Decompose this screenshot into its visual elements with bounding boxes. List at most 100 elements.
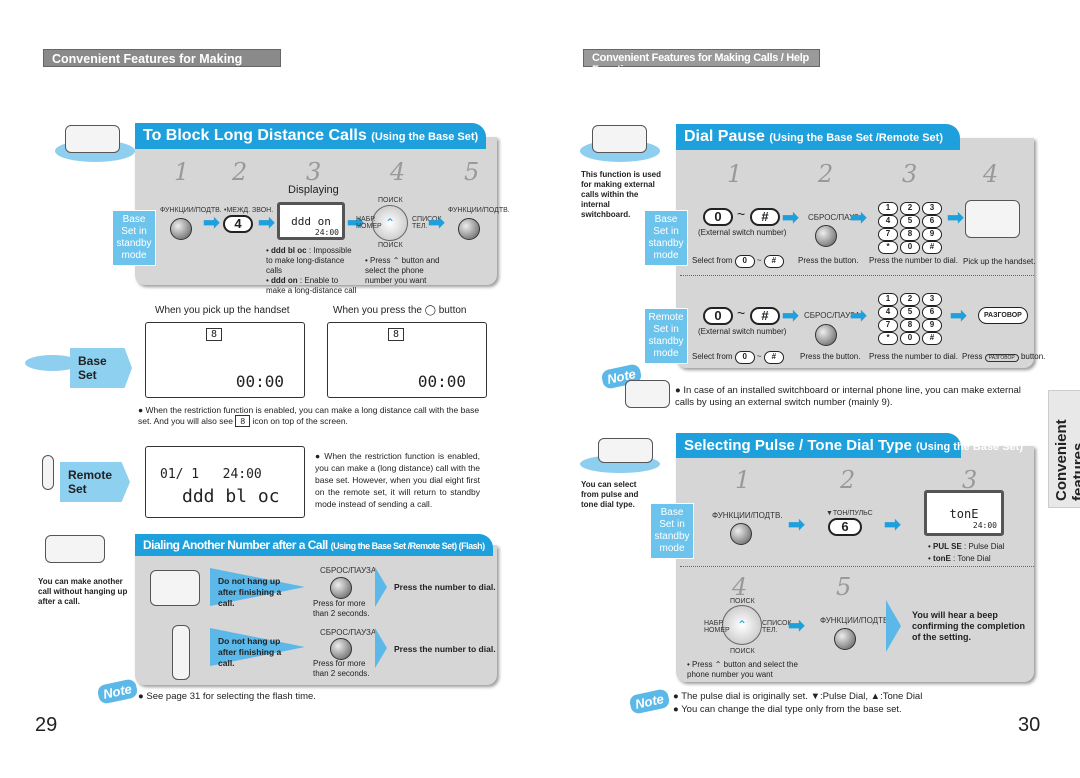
keypad-key[interactable]: 0 <box>900 241 920 254</box>
keypad-key[interactable]: 7 <box>878 319 898 332</box>
flash-button[interactable] <box>330 638 352 660</box>
nav-label: НАБР. НОМЕР <box>356 216 382 230</box>
keypad-key[interactable]: 9 <box>922 319 942 332</box>
key-hash[interactable]: # <box>750 307 780 325</box>
keypad-key[interactable]: 2 <box>900 202 920 215</box>
pulse-legend: • PUL SE : Pulse Dial <box>928 542 1005 551</box>
caption: When you press the ◯ button <box>333 305 467 316</box>
keypad-key[interactable]: 1 <box>878 293 898 306</box>
key-4[interactable]: 4 <box>223 215 253 233</box>
base-phone-icon <box>598 438 653 463</box>
keypad-key[interactable]: # <box>922 241 942 254</box>
arrow-icon: ➡ <box>782 207 799 229</box>
remote-caption: Press РАЗГОВОР button. <box>962 352 1046 362</box>
base-caption: Press the button. <box>798 256 859 265</box>
func-label: ФУНКЦИИ/ПОДТВ. <box>448 207 510 214</box>
ext-label: (External switch number) <box>698 327 787 336</box>
arrow-icon: ➡ <box>788 514 805 536</box>
arrow-icon: ➡ <box>782 305 799 327</box>
keypad-key[interactable]: 0 <box>900 332 920 345</box>
arrow-icon: ➡ <box>258 212 275 234</box>
remote-caption: Press the button. <box>800 352 861 361</box>
keypad-key[interactable]: 2 <box>900 293 920 306</box>
result-text: You will hear a beep confirming the comp… <box>912 610 1026 642</box>
keypad-key[interactable]: 7 <box>878 228 898 241</box>
bullet-list: • ddd bl oc : Impossible to make long-di… <box>266 246 357 295</box>
flash-button[interactable] <box>330 577 352 599</box>
page-number: 30 <box>1018 714 1041 736</box>
step-number: 4 <box>983 160 999 188</box>
arrow-icon: ➡ <box>203 212 220 234</box>
arrow-icon: ➡ <box>428 212 445 234</box>
base-phone-icon <box>65 125 120 153</box>
divider <box>680 566 1034 567</box>
tone-legend: • tonE : Tone Dial <box>928 554 991 563</box>
arrow-icon: ➡ <box>884 514 901 536</box>
func-label: ФУНКЦИИ/ПОДТВ. <box>820 616 891 625</box>
keypad-key[interactable]: * <box>878 241 898 254</box>
navigation-button[interactable]: ⌃ <box>722 605 762 645</box>
btn-label: СБРОС/ПАУЗА <box>320 628 377 637</box>
keypad-key[interactable]: 9 <box>922 228 942 241</box>
instruction: Do not hang up after finishing a call. <box>218 636 282 668</box>
pause-button[interactable] <box>815 225 837 247</box>
pause-button[interactable] <box>815 324 837 346</box>
hold-text: Press for more than 2 seconds. <box>313 659 370 678</box>
dial-pause-title: Dial Pause (Using the Base Set /Remote S… <box>676 124 960 150</box>
arrow-icon: ➡ <box>950 305 967 327</box>
lcd-remote: 01/ 1 24:00 ddd bl oc <box>145 446 305 518</box>
mode-badge: Base Set in standby mode <box>650 503 694 559</box>
keypad-key[interactable]: * <box>878 332 898 345</box>
key-hash[interactable]: # <box>750 208 780 226</box>
tilde: ~ <box>737 305 746 321</box>
remote-caption: Press the number to dial. <box>869 352 958 361</box>
note-text: ● See page 31 for selecting the flash ti… <box>138 691 316 702</box>
arrow-icon: ➡ <box>850 305 867 327</box>
keypad-key[interactable]: 4 <box>878 306 898 319</box>
key-6[interactable]: 6 <box>828 518 862 536</box>
keypad-key[interactable]: 1 <box>878 202 898 215</box>
keypad-key[interactable]: 3 <box>922 202 942 215</box>
remote-caption: Select from 0 ~ # <box>692 351 784 364</box>
instruction: Do not hang up after finishing a call. <box>218 576 282 608</box>
keypad-key[interactable]: 4 <box>878 215 898 228</box>
keypad-key[interactable]: 6 <box>922 215 942 228</box>
keypad-key[interactable]: # <box>922 332 942 345</box>
function-button[interactable] <box>834 628 856 650</box>
mode-badge: Base Set in standby mode <box>644 210 688 266</box>
side-tab: Convenient features <box>1048 390 1080 508</box>
step-number: 3 <box>902 160 918 188</box>
keypad-key[interactable]: 8 <box>900 319 920 332</box>
lcd-display: ddd on 24:00 <box>277 202 345 240</box>
nav-label: ПОИСК <box>378 197 403 204</box>
note-icon: Note <box>96 678 139 705</box>
step-number: 2 <box>232 158 248 186</box>
keypad-key[interactable]: 5 <box>900 306 920 319</box>
tilde: ~ <box>737 206 746 222</box>
base-caption: Select from 0 ~ # <box>692 255 784 268</box>
keypad-key[interactable]: 8 <box>900 228 920 241</box>
note-list: ● The pulse dial is originally set. ▼:Pu… <box>673 691 923 715</box>
step-number: 4 <box>732 573 748 601</box>
function-button[interactable] <box>170 218 192 240</box>
function-button[interactable] <box>458 218 480 240</box>
keypad-key[interactable]: 6 <box>922 306 942 319</box>
mode-badge: Base Set in standby mode <box>112 210 156 266</box>
ext-label: (External switch number) <box>698 228 787 237</box>
keypad-key[interactable]: 3 <box>922 293 942 306</box>
step-number: 1 <box>735 466 751 494</box>
step-number: 5 <box>836 573 852 601</box>
function-button[interactable] <box>730 523 752 545</box>
step-number: 3 <box>306 158 322 186</box>
keypad-key[interactable]: 5 <box>900 215 920 228</box>
pulse-title: Selecting Pulse / Tone Dial Type (Using … <box>676 433 1023 458</box>
key-label: ▼ТОН/ПУЛЬС <box>826 510 873 517</box>
talk-button[interactable]: РАЗГОВОР <box>978 307 1028 324</box>
result-text: Press the number to dial. <box>394 644 496 654</box>
handset-icon <box>42 455 54 490</box>
step-number: 2 <box>818 160 834 188</box>
step-number: 5 <box>464 158 480 186</box>
key-0[interactable]: 0 <box>703 307 733 325</box>
key-0[interactable]: 0 <box>703 208 733 226</box>
func-label: ФУНКЦИИ/ПОДТВ. <box>712 511 783 520</box>
